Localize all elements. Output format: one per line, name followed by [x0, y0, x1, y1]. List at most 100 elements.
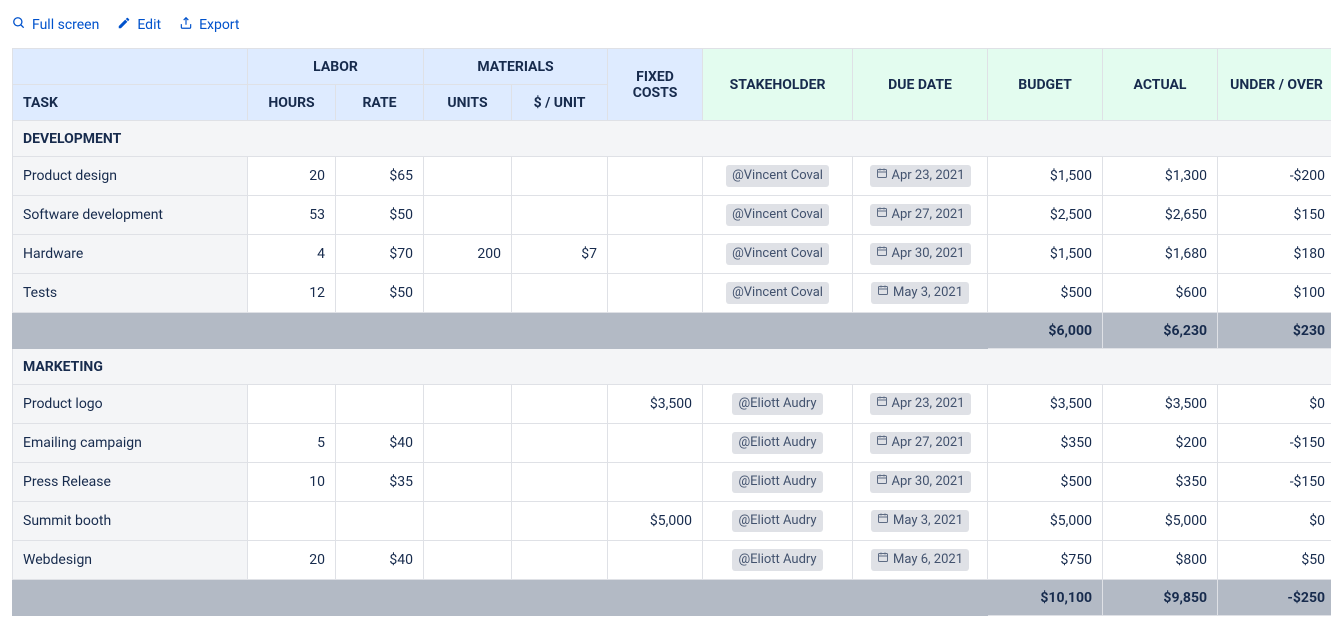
cell-due[interactable]: Apr 23, 2021	[853, 157, 988, 196]
cell-diff[interactable]: $0	[1218, 502, 1331, 541]
cell-units[interactable]	[424, 385, 512, 424]
cell-diff[interactable]: -$200	[1218, 157, 1331, 196]
cell-unitprice[interactable]	[512, 463, 608, 502]
stakeholder-chip[interactable]: @Vincent Coval	[726, 243, 829, 265]
table-row[interactable]: Tests12$50@Vincent CovalMay 3, 2021$500$…	[13, 274, 1331, 313]
table-row[interactable]: Emailing campaign5$40@Eliott AudryApr 27…	[13, 424, 1331, 463]
table-row[interactable]: Product design20$65 @Vincent Coval Apr 23,…	[13, 157, 1331, 196]
cell-diff[interactable]: $180	[1218, 235, 1331, 274]
cell-stakeholder[interactable]: @Eliott Audry	[703, 502, 853, 541]
cell-hours[interactable]: 4	[248, 235, 336, 274]
cell-task[interactable]: Software development	[13, 196, 248, 235]
cell-diff[interactable]: $0	[1218, 385, 1331, 424]
cell-fixed[interactable]	[608, 274, 703, 313]
cell-budget[interactable]: $2,500	[988, 196, 1103, 235]
table-row[interactable]: Press Release10$35@Eliott AudryApr 30, 2…	[13, 463, 1331, 502]
cell-budget[interactable]: $500	[988, 463, 1103, 502]
cell-rate[interactable]: $40	[336, 541, 424, 580]
cell-units[interactable]	[424, 541, 512, 580]
cell-due[interactable]: Apr 30, 2021	[853, 463, 988, 502]
stakeholder-chip[interactable]: @Eliott Audry	[732, 549, 822, 571]
date-chip[interactable]: May 3, 2021	[871, 282, 969, 304]
cell-rate[interactable]: $50	[336, 274, 424, 313]
cell-due[interactable]: May 3, 2021	[853, 274, 988, 313]
cell-rate[interactable]	[336, 502, 424, 541]
cell-hours[interactable]: 12	[248, 274, 336, 313]
cell-budget[interactable]: $3,500	[988, 385, 1103, 424]
cell-task[interactable]: Tests	[13, 274, 248, 313]
date-chip[interactable]: Apr 23, 2021	[870, 165, 971, 187]
cell-budget[interactable]: $350	[988, 424, 1103, 463]
cell-due[interactable]: Apr 30, 2021	[853, 235, 988, 274]
stakeholder-chip[interactable]: @Eliott Audry	[732, 471, 822, 493]
date-chip[interactable]: May 6, 2021	[871, 549, 969, 571]
date-chip[interactable]: Apr 27, 2021	[870, 432, 971, 454]
cell-fixed[interactable]: $3,500	[608, 385, 703, 424]
cell-diff[interactable]: $100	[1218, 274, 1331, 313]
date-chip[interactable]: May 3, 2021	[871, 510, 969, 532]
cell-actual[interactable]: $1,680	[1103, 235, 1218, 274]
cell-unitprice[interactable]	[512, 157, 608, 196]
cell-hours[interactable]: 10	[248, 463, 336, 502]
cell-task[interactable]: Summit booth	[13, 502, 248, 541]
stakeholder-chip[interactable]: @Eliott Audry	[732, 432, 822, 454]
cell-due[interactable]: May 6, 2021	[853, 541, 988, 580]
cell-actual[interactable]: $800	[1103, 541, 1218, 580]
cell-unitprice[interactable]	[512, 541, 608, 580]
cell-stakeholder[interactable]: @Eliott Audry	[703, 424, 853, 463]
cell-budget[interactable]: $5,000	[988, 502, 1103, 541]
cell-units[interactable]	[424, 424, 512, 463]
cell-rate[interactable]: $65	[336, 157, 424, 196]
cell-actual[interactable]: $3,500	[1103, 385, 1218, 424]
cell-units[interactable]	[424, 196, 512, 235]
cell-hours[interactable]	[248, 385, 336, 424]
date-chip[interactable]: Apr 23, 2021	[870, 393, 971, 415]
cell-actual[interactable]: $1,300	[1103, 157, 1218, 196]
cell-rate[interactable]: $35	[336, 463, 424, 502]
stakeholder-chip[interactable]: @Vincent Coval	[726, 165, 829, 187]
stakeholder-chip[interactable]: @Eliott Audry	[732, 510, 822, 532]
cell-due[interactable]: May 3, 2021	[853, 502, 988, 541]
cell-units[interactable]	[424, 502, 512, 541]
cell-unitprice[interactable]	[512, 502, 608, 541]
cell-rate[interactable]	[336, 385, 424, 424]
cell-unitprice[interactable]: $7	[512, 235, 608, 274]
cell-diff[interactable]: -$150	[1218, 463, 1331, 502]
cell-units[interactable]: 200	[424, 235, 512, 274]
cell-stakeholder[interactable]: @Vincent Coval	[703, 196, 853, 235]
stakeholder-chip[interactable]: @Vincent Coval	[726, 204, 829, 226]
date-chip[interactable]: Apr 30, 2021	[870, 243, 971, 265]
cell-actual[interactable]: $2,650	[1103, 196, 1218, 235]
cell-hours[interactable]	[248, 502, 336, 541]
cell-hours[interactable]: 53	[248, 196, 336, 235]
table-row[interactable]: Webdesign20$40@Eliott AudryMay 6, 2021$7…	[13, 541, 1331, 580]
cell-stakeholder[interactable]: @Eliott Audry	[703, 463, 853, 502]
cell-stakeholder[interactable]: @Eliott Audry	[703, 541, 853, 580]
fullscreen-button[interactable]: Full screen	[12, 16, 99, 34]
cell-units[interactable]	[424, 463, 512, 502]
cell-task[interactable]: Product logo	[13, 385, 248, 424]
cell-diff[interactable]: $50	[1218, 541, 1331, 580]
cell-fixed[interactable]	[608, 157, 703, 196]
cell-fixed[interactable]	[608, 196, 703, 235]
cell-hours[interactable]: 20	[248, 157, 336, 196]
cell-fixed[interactable]: $5,000	[608, 502, 703, 541]
cell-rate[interactable]: $70	[336, 235, 424, 274]
cell-due[interactable]: Apr 27, 2021	[853, 196, 988, 235]
cell-task[interactable]: Hardware	[13, 235, 248, 274]
cell-fixed[interactable]	[608, 541, 703, 580]
cell-task[interactable]: Webdesign	[13, 541, 248, 580]
cell-units[interactable]	[424, 274, 512, 313]
cell-task[interactable]: Product design	[13, 157, 248, 196]
cell-unitprice[interactable]	[512, 196, 608, 235]
cell-hours[interactable]: 20	[248, 541, 336, 580]
cell-diff[interactable]: $150	[1218, 196, 1331, 235]
table-row[interactable]: Software development53$50 @Vincent Coval A…	[13, 196, 1331, 235]
table-row[interactable]: Hardware4$70200$7 @Vincent Coval Apr 30, 2…	[13, 235, 1331, 274]
cell-budget[interactable]: $1,500	[988, 157, 1103, 196]
date-chip[interactable]: Apr 27, 2021	[870, 204, 971, 226]
cell-rate[interactable]: $50	[336, 196, 424, 235]
cell-actual[interactable]: $200	[1103, 424, 1218, 463]
stakeholder-chip[interactable]: @Vincent Coval	[726, 282, 829, 304]
cell-actual[interactable]: $5,000	[1103, 502, 1218, 541]
